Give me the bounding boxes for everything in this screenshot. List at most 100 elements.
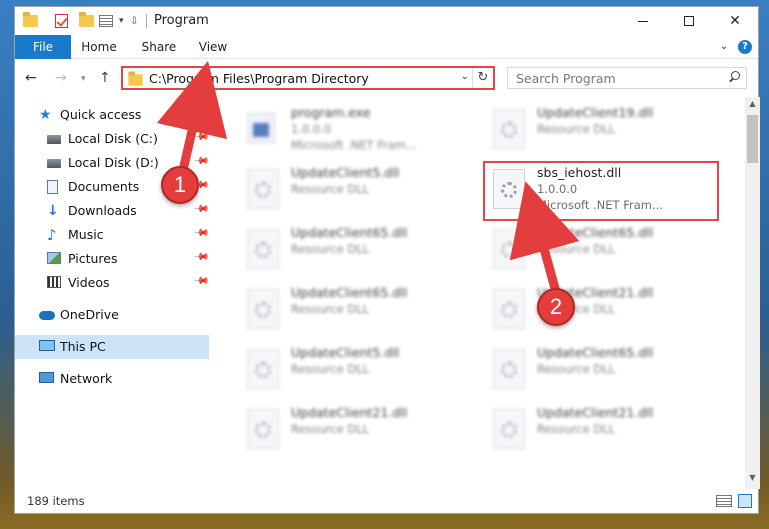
sidebar-item-pictures[interactable]: Pictures 📌: [15, 247, 209, 271]
help-icon[interactable]: ?: [738, 40, 752, 54]
file-item[interactable]: UpdateClient65.dll Resource DLL: [239, 283, 471, 339]
navigation-pane: ★ Quick access Local Disk (C:) 📌 Local D…: [15, 97, 209, 489]
scroll-up-icon[interactable]: ▲: [745, 99, 760, 113]
file-item[interactable]: UpdateClient65.dll Resource DLL: [239, 223, 471, 279]
window-title: Program: [154, 13, 209, 28]
address-path[interactable]: C:\Program Files\Program Directory: [149, 71, 369, 86]
file-description: Microsoft .NET Fram...: [537, 198, 663, 212]
sidebar-item-label: Downloads: [68, 203, 137, 218]
file-item[interactable]: UpdateClient21.dll Resource DLL: [485, 283, 717, 339]
file-item[interactable]: UpdateClient5.dll Resource DLL: [239, 343, 471, 399]
sidebar-item-videos[interactable]: Videos 📌: [15, 271, 209, 295]
file-version: 1.0.0.0: [537, 182, 578, 196]
file-name: UpdateClient19.dll: [537, 105, 654, 120]
sidebar-item-onedrive[interactable]: OneDrive: [15, 303, 209, 327]
scroll-down-icon[interactable]: ▼: [745, 473, 760, 487]
file-item[interactable]: UpdateClient65.dll Resource DLL: [485, 223, 717, 279]
large-icons-view-icon[interactable]: [738, 494, 752, 508]
pin-icon[interactable]: 📌: [192, 273, 209, 290]
file-name: UpdateClient65.dll: [291, 225, 408, 240]
this-pc-icon: [39, 340, 55, 354]
file-item[interactable]: UpdateClient21.dll Resource DLL: [485, 403, 717, 459]
file-type: Resource DLL: [291, 422, 370, 436]
dll-file-icon: [247, 409, 279, 449]
expand-ribbon-icon[interactable]: ⌄: [720, 41, 728, 52]
forward-arrow-icon[interactable]: →: [55, 70, 67, 86]
properties-check-icon[interactable]: [55, 13, 71, 29]
sidebar-item-this-pc[interactable]: This PC: [15, 335, 209, 359]
sidebar-item-label: OneDrive: [60, 307, 119, 322]
tab-share[interactable]: Share: [137, 35, 181, 59]
maximize-button[interactable]: [666, 7, 712, 35]
details-view-icon[interactable]: [716, 495, 732, 507]
pictures-icon: [47, 252, 63, 266]
chevron-down-icon[interactable]: ▾: [119, 13, 124, 29]
file-list: program.exe 1.0.0.0 Microsoft .NET Fram.…: [211, 97, 745, 489]
callout-badge-1: 1: [161, 166, 199, 204]
sidebar-item-label: Music: [68, 227, 104, 242]
file-item-sbs-iehost-dll[interactable]: sbs_iehost.dll 1.0.0.0 Microsoft .NET Fr…: [483, 161, 719, 221]
file-version: 1.0.0.0: [291, 122, 332, 136]
tab-file[interactable]: File: [15, 35, 71, 59]
search-icon[interactable]: [728, 71, 740, 83]
file-item[interactable]: UpdateClient5.dll Resource DLL: [239, 163, 471, 219]
pin-icon[interactable]: 📌: [192, 201, 209, 218]
file-name: UpdateClient65.dll: [291, 285, 408, 300]
music-icon: ♪: [47, 226, 57, 244]
dll-file-icon: [247, 289, 279, 329]
new-folder-icon[interactable]: [79, 12, 95, 29]
file-item-program-exe[interactable]: program.exe 1.0.0.0 Microsoft .NET Fram.…: [239, 103, 471, 159]
file-name: UpdateClient21.dll: [291, 405, 408, 420]
star-icon: ★: [39, 107, 52, 123]
minimize-icon: [638, 20, 648, 22]
file-name: program.exe: [291, 105, 371, 120]
sidebar-item-music[interactable]: ♪ Music 📌: [15, 223, 209, 247]
disk-icon: [47, 156, 63, 170]
file-type: Resource DLL: [291, 302, 370, 316]
dll-file-icon: [493, 409, 525, 449]
pin-icon[interactable]: 📌: [192, 153, 209, 170]
file-description: Microsoft .NET Fram...: [291, 138, 417, 152]
file-name: UpdateClient5.dll: [291, 345, 400, 360]
application-icon: [247, 109, 279, 145]
dll-file-icon: [493, 349, 525, 389]
minimize-button[interactable]: [620, 7, 666, 35]
scroll-thumb[interactable]: [747, 115, 758, 163]
dll-file-icon: [493, 109, 525, 149]
dll-file-icon: [247, 349, 279, 389]
recent-locations-icon[interactable]: ▾: [81, 74, 86, 84]
sidebar-item-quick-access[interactable]: ★ Quick access: [15, 103, 209, 127]
file-type: Resource DLL: [537, 422, 616, 436]
properties-icon[interactable]: [99, 13, 117, 29]
up-arrow-icon[interactable]: ↑: [99, 70, 111, 86]
file-name: UpdateClient65.dll: [537, 225, 654, 240]
pin-icon[interactable]: 📌: [192, 225, 209, 242]
refresh-icon[interactable]: ↻: [472, 68, 493, 88]
sidebar-item-network[interactable]: Network: [15, 367, 209, 391]
tab-home[interactable]: Home: [77, 35, 121, 59]
folder-icon: [128, 71, 143, 86]
search-box[interactable]: Search Program: [507, 67, 747, 89]
file-type: Resource DLL: [537, 242, 616, 256]
pin-icon[interactable]: 📌: [192, 249, 209, 266]
item-count: 189 items: [27, 494, 85, 508]
vertical-scrollbar[interactable]: ▲ ▼: [745, 97, 760, 489]
file-name: UpdateClient65.dll: [537, 345, 654, 360]
customize-toolbar-icon[interactable]: ⇩: [130, 13, 138, 29]
search-placeholder[interactable]: Search Program: [516, 71, 616, 86]
folder-icon: [23, 12, 39, 29]
address-bar[interactable]: C:\Program Files\Program Directory ⌄ ↻: [121, 66, 495, 90]
title-bar: ▾ ⇩ Program ✕: [15, 7, 758, 35]
tab-view[interactable]: View: [193, 35, 233, 59]
sidebar-item-label: Network: [60, 371, 113, 386]
file-name: UpdateClient21.dll: [537, 405, 654, 420]
file-item[interactable]: UpdateClient19.dll Resource DLL: [485, 103, 717, 159]
sidebar-item-label: Videos: [68, 275, 110, 290]
file-item[interactable]: UpdateClient21.dll Resource DLL: [239, 403, 471, 459]
chevron-down-icon[interactable]: ⌄: [461, 71, 469, 82]
file-item[interactable]: UpdateClient65.dll Resource DLL: [485, 343, 717, 399]
back-arrow-icon[interactable]: ←: [25, 70, 37, 86]
pin-icon[interactable]: 📌: [192, 129, 209, 146]
close-button[interactable]: ✕: [712, 7, 758, 35]
sidebar-item-local-disk-c[interactable]: Local Disk (C:) 📌: [15, 127, 209, 151]
